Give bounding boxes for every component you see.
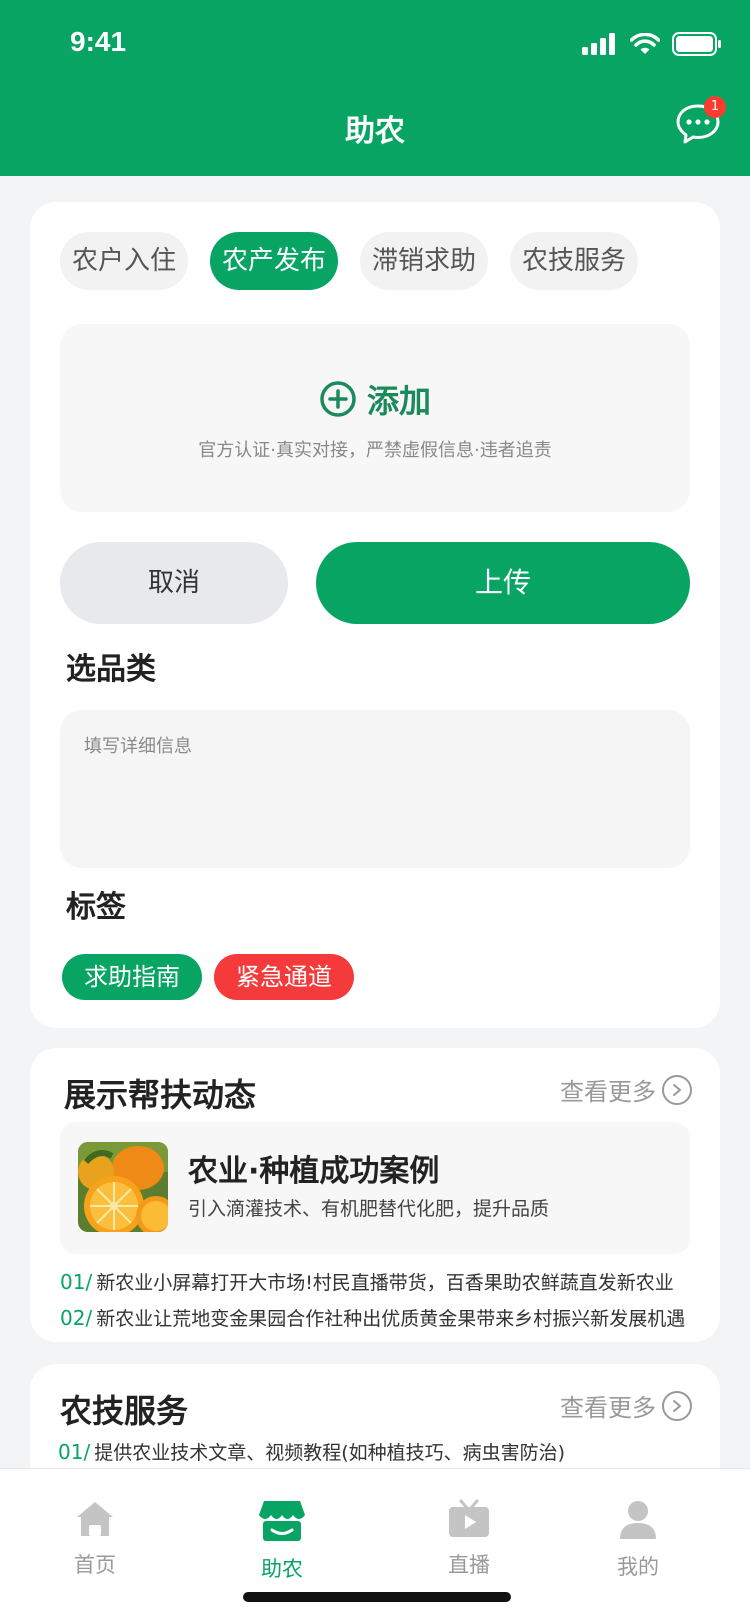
add-button[interactable]: 添加	[60, 376, 690, 422]
case-description: 引入滴灌技术、有机肥替代化肥，提升品质	[188, 1198, 550, 1220]
tabbar-label: 我的	[617, 1555, 659, 1579]
tags-label: 标签	[66, 890, 126, 925]
news-number: 01/	[60, 1270, 93, 1294]
chevron-right-icon	[662, 1074, 692, 1105]
more-label: 查看更多	[560, 1078, 656, 1106]
tab-unsold-help[interactable]: 滞销求助	[360, 232, 489, 290]
news-item[interactable]: 01/新农业小屏幕打开大市场!村民直播带货，百香果助农鲜蔬直发新农业	[60, 1268, 700, 1295]
tech-service-item[interactable]: 01/提供农业技术文章、视频教程(如种植技巧、病虫害防治)	[58, 1438, 698, 1465]
signal-icon	[582, 33, 615, 55]
tech-service-more-link[interactable]: 查看更多	[560, 1388, 692, 1423]
tabbar-item-home[interactable]: 首页	[40, 1499, 150, 1579]
plus-circle-icon	[320, 381, 356, 417]
category-label[interactable]: 选品类	[66, 644, 156, 688]
tab-tech-service[interactable]: 农技服务	[510, 232, 639, 290]
news-item[interactable]: 02/新农业让荒地变金果园合作社种出优质黄金果带来乡村振兴新发展机遇	[60, 1304, 700, 1331]
wifi-icon	[630, 33, 660, 54]
dynamics-more-link[interactable]: 查看更多	[560, 1072, 692, 1107]
upload-button[interactable]: 上传	[316, 542, 690, 624]
tech-service-title: 农技服务	[60, 1392, 189, 1430]
app-header: 9:41 助农 1	[0, 0, 750, 176]
tabbar-label: 直播	[448, 1553, 490, 1577]
tabbar-item-mine[interactable]: 我的	[583, 1499, 693, 1581]
home-icon	[77, 1502, 113, 1536]
tabbar-label: 首页	[74, 1553, 116, 1577]
case-card[interactable]: 农业·种植成功案例 引入滴灌技术、有机肥替代化肥，提升品质	[60, 1122, 690, 1254]
battery-icon	[672, 32, 721, 56]
tab-product-publish[interactable]: 农产发布	[210, 232, 339, 290]
chevron-right-icon	[662, 1390, 692, 1421]
case-title: 农业·种植成功案例	[188, 1154, 440, 1189]
home-indicator	[243, 1592, 511, 1602]
tabbar-label: 助农	[261, 1557, 303, 1581]
tabbar-item-live[interactable]: 直播	[414, 1499, 524, 1579]
news-text: 新农业让荒地变金果园合作社种出优质黄金果带来乡村振兴新发展机遇	[96, 1308, 686, 1330]
tv-icon	[449, 1499, 489, 1537]
news-text: 新农业小屏幕打开大市场!村民直播带货，百香果助农鲜蔬直发新农业	[96, 1272, 674, 1294]
dynamics-title: 展示帮扶动态	[64, 1076, 257, 1114]
more-label: 查看更多	[560, 1394, 656, 1422]
status-time: 9:41	[70, 26, 127, 57]
message-button[interactable]: 1	[674, 96, 726, 146]
publish-card: 农户入住 农产发布 滞销求助 农技服务 添加 官方认证·真实对接，严禁虚假信息·…	[30, 202, 720, 1028]
upload-area[interactable]: 添加 官方认证·真实对接，严禁虚假信息·违者追责	[60, 324, 690, 512]
tag-help-guide[interactable]: 求助指南	[62, 954, 202, 1000]
tab-farmer-join[interactable]: 农户入住	[60, 232, 189, 290]
news-number: 02/	[60, 1306, 93, 1330]
store-icon	[259, 1501, 305, 1541]
tag-list: 求助指南 紧急通道	[62, 954, 354, 1000]
category-tabs: 农户入住 农产发布 滞销求助 农技服务	[60, 232, 639, 290]
page-title: 助农	[345, 114, 405, 149]
status-icons	[582, 32, 722, 56]
tabbar-item-help-farm[interactable]: 助农	[227, 1499, 337, 1583]
user-icon	[620, 1501, 656, 1539]
upload-notice: 官方认证·真实对接，严禁虚假信息·违者追责	[198, 440, 552, 461]
dynamics-card: 展示帮扶动态 查看更多 农业·种植成功案例 引入滴灌技术、有机肥替代化肥，提升品…	[30, 1048, 720, 1342]
add-label: 添加	[366, 382, 431, 420]
detail-input[interactable]	[60, 710, 690, 868]
cancel-button[interactable]: 取消	[60, 542, 288, 624]
orange-image	[78, 1142, 168, 1232]
item-number: 01/	[58, 1440, 91, 1464]
message-badge: 1	[704, 96, 726, 118]
item-text: 提供农业技术文章、视频教程(如种植技巧、病虫害防治)	[94, 1442, 566, 1464]
tag-emergency[interactable]: 紧急通道	[214, 954, 354, 1000]
